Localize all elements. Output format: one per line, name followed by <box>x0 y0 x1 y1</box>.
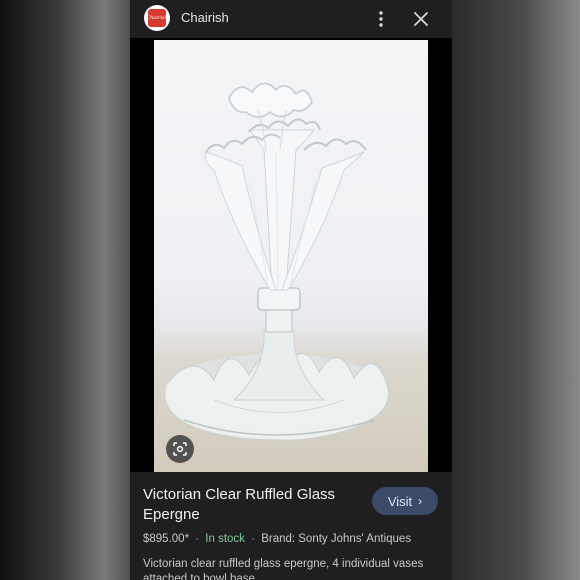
image-viewer-panel: Chairish Chairish Victorian Clear Ruffle… <box>130 0 452 580</box>
product-title[interactable]: Victorian Clear Ruffled Glass Epergne <box>143 485 363 525</box>
site-logo: Chairish <box>144 5 170 31</box>
header-bar: Chairish Chairish <box>130 0 452 38</box>
price: $895.00* <box>143 533 190 545</box>
separator-dot: · <box>251 533 255 545</box>
close-icon[interactable] <box>411 9 431 29</box>
chevron-right-icon: › <box>418 494 423 508</box>
site-name: Chairish <box>181 10 229 25</box>
stock-status: In stock <box>205 533 245 545</box>
site-logo-mark: Chairish <box>146 9 168 27</box>
image-area <box>130 38 452 472</box>
product-meta: $895.00* · In stock · Brand: Sonty Johns… <box>143 533 411 545</box>
visit-button[interactable]: Visit › <box>372 487 438 515</box>
brand: Brand: Sonty Johns' Antiques <box>261 533 412 545</box>
product-description: Victorian clear ruffled glass epergne, 4… <box>143 558 424 580</box>
visit-label: Visit <box>387 493 413 509</box>
product-card: Victorian Clear Ruffled Glass Epergne Vi… <box>130 472 452 580</box>
lens-search-button[interactable] <box>166 435 194 463</box>
product-image[interactable] <box>154 40 428 472</box>
epergne-illustration <box>164 82 390 441</box>
more-vert-icon[interactable] <box>373 10 389 28</box>
background-blur-right <box>452 0 580 580</box>
separator-dot: · <box>195 533 200 545</box>
lens-icon <box>173 442 187 456</box>
